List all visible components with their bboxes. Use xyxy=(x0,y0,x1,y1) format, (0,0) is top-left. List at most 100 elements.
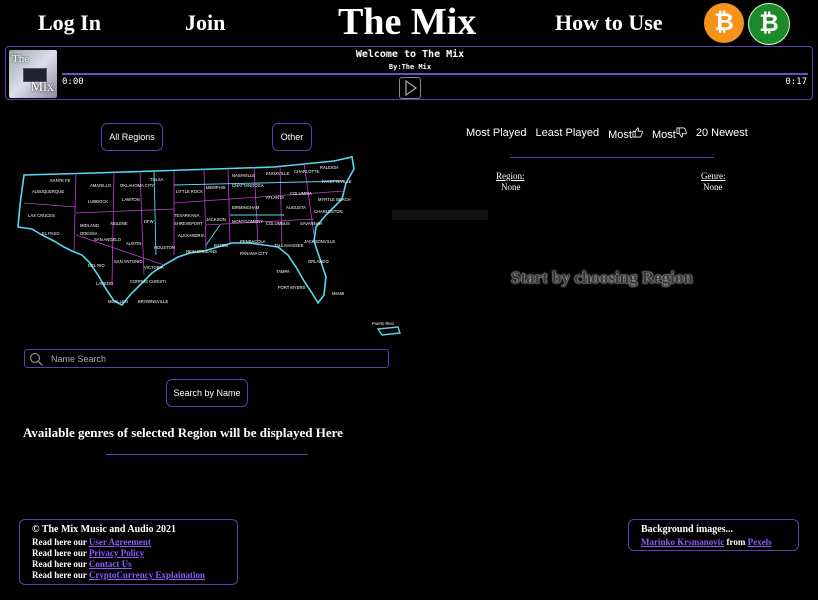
divider xyxy=(510,157,714,158)
sort-newest[interactable]: 20 Newest xyxy=(696,127,748,141)
bitcoin-symbol: ₿ xyxy=(714,9,734,36)
svg-text:TALLAHASSEE: TALLAHASSEE xyxy=(274,243,304,248)
contact-us-link[interactable]: Contact Us xyxy=(89,559,132,569)
sort-most-liked-label: Most xyxy=(608,129,632,141)
svg-text:EL PASO: EL PASO xyxy=(42,231,60,236)
bitcoin-cash-icon[interactable]: ₿ xyxy=(748,3,790,45)
duration: 0:17 xyxy=(785,77,807,87)
bitcoin-cash-symbol: ₿ xyxy=(759,10,779,37)
start-message: Start by choosing Region xyxy=(511,268,693,287)
svg-text:MYRTLE BEACH: MYRTLE BEACH xyxy=(318,197,351,202)
progress-bar[interactable] xyxy=(62,73,808,75)
svg-text:COLUMBIA: COLUMBIA xyxy=(290,191,312,196)
name-search-input[interactable] xyxy=(51,351,381,366)
how-to-use-link[interactable]: How to Use xyxy=(555,10,663,36)
footer-line-contact: Read here our Contact Us xyxy=(32,559,132,570)
sort-least-played[interactable]: Least Played xyxy=(536,127,600,141)
svg-text:DFW: DFW xyxy=(144,219,154,224)
svg-text:LAWTON: LAWTON xyxy=(122,197,140,202)
svg-text:TEXARKANA: TEXARKANA xyxy=(174,213,200,218)
puerto-rico-label: Puerto Rico xyxy=(372,321,395,326)
puerto-rico-region[interactable] xyxy=(376,326,401,336)
svg-text:LUBBOCK: LUBBOCK xyxy=(88,199,108,204)
svg-text:MEMPHIS: MEMPHIS xyxy=(206,185,226,190)
sort-most-played[interactable]: Most Played xyxy=(466,127,527,141)
genres-placeholder-text: Available genres of selected Region will… xyxy=(23,425,343,440)
svg-text:HOUSTON: HOUSTON xyxy=(154,245,175,250)
svg-text:ODESSA: ODESSA xyxy=(80,231,98,236)
svg-text:OKLAHOMA CITY: OKLAHOMA CITY xyxy=(120,183,154,188)
search-icon xyxy=(29,352,43,366)
svg-text:NASHVILLE: NASHVILLE xyxy=(232,173,255,178)
svg-text:ALBUQUERQUE: ALBUQUERQUE xyxy=(32,189,64,194)
album-art-text-bottom: Mix xyxy=(30,80,54,95)
svg-text:JACKSONVILLE: JACKSONVILLE xyxy=(304,239,335,244)
credits-line: Marinko Krsmanovic from Pexels xyxy=(641,537,772,548)
copyright: © The Mix Music and Audio 2021 xyxy=(32,524,176,535)
svg-text:FAYETTEVILLE: FAYETTEVILLE xyxy=(322,179,352,184)
svg-text:PENSACOLA: PENSACOLA xyxy=(240,239,266,244)
all-regions-button[interactable]: All Regions xyxy=(101,123,163,151)
play-icon xyxy=(405,79,418,97)
photographer-link[interactable]: Marinko Krsmanovic xyxy=(641,537,724,547)
svg-text:TAMPA: TAMPA xyxy=(276,269,290,274)
svg-text:CHATTANOOGA: CHATTANOOGA xyxy=(232,183,264,188)
region-label: Region: xyxy=(496,171,525,181)
svg-text:AMARILLO: AMARILLO xyxy=(90,183,112,188)
svg-text:ATLANTA: ATLANTA xyxy=(266,195,284,200)
svg-text:AUSTIN: AUSTIN xyxy=(126,241,141,246)
track-artist: By:The Mix xyxy=(388,63,432,71)
svg-text:CORPUS CHRISTI: CORPUS CHRISTI xyxy=(130,279,166,284)
svg-text:MIAMI: MIAMI xyxy=(332,291,344,296)
user-agreement-link[interactable]: User Agreement xyxy=(89,537,151,547)
privacy-policy-link[interactable]: Privacy Policy xyxy=(89,548,144,558)
login-link[interactable]: Log In xyxy=(38,10,101,36)
svg-text:RALEIGH: RALEIGH xyxy=(320,165,338,170)
bitcoin-icon[interactable]: ₿ xyxy=(704,3,744,43)
svg-text:TULSA: TULSA xyxy=(150,177,164,182)
audio-player: The Mix Welcome to The Mix By:The Mix 0:… xyxy=(5,46,813,100)
sort-most-disliked-label: Most xyxy=(651,129,676,141)
svg-text:MCALLEN: MCALLEN xyxy=(108,299,128,304)
map-city-labels: SANTE FE ALBUQUERQUE AMARILLO OKLAHOMA C… xyxy=(28,165,395,326)
play-button[interactable] xyxy=(399,77,421,99)
footer-line-privacy: Read here our Privacy Policy xyxy=(32,548,144,559)
svg-text:LAS CRUCES: LAS CRUCES xyxy=(28,213,55,218)
svg-text:BATON: BATON xyxy=(214,243,228,248)
site-title: The Mix xyxy=(338,1,477,43)
svg-text:NEW ORLEANS: NEW ORLEANS xyxy=(186,249,217,254)
svg-text:FORT MYERS: FORT MYERS xyxy=(278,285,306,290)
svg-text:ABILENE: ABILENE xyxy=(110,221,128,226)
thumbs-down-icon xyxy=(676,127,687,138)
svg-text:CHARLOTTE: CHARLOTTE xyxy=(294,169,320,174)
svg-text:ALEXANDRIA: ALEXANDRIA xyxy=(178,233,205,238)
thumbs-up-icon xyxy=(632,127,643,138)
search-by-name-button[interactable]: Search by Name xyxy=(166,379,248,407)
svg-text:SAN ANTONIO: SAN ANTONIO xyxy=(114,259,143,264)
svg-text:SHREVEPORT: SHREVEPORT xyxy=(174,221,203,226)
svg-text:JACKSON: JACKSON xyxy=(206,217,226,222)
svg-text:LITTLE ROCK: LITTLE ROCK xyxy=(176,189,203,194)
svg-text:MIDLAND: MIDLAND xyxy=(80,223,99,228)
sort-most-disliked[interactable]: Most xyxy=(652,127,687,141)
svg-text:DEL RIO: DEL RIO xyxy=(88,263,105,268)
svg-text:SAN ANGELO: SAN ANGELO xyxy=(94,237,122,242)
region-map[interactable]: SANTE FE ALBUQUERQUE AMARILLO OKLAHOMA C… xyxy=(14,155,404,345)
footer-line-agreement: Read here our User Agreement xyxy=(32,537,151,548)
background-credits: Background images... Marinko Krsmanovic … xyxy=(628,519,799,551)
sort-most-liked[interactable]: Most xyxy=(608,127,643,141)
current-time: 0:00 xyxy=(62,77,84,87)
crypto-explanation-link[interactable]: CryptoCurrency Explaination xyxy=(89,570,205,580)
svg-text:COLUMBUS: COLUMBUS xyxy=(266,221,290,226)
read-prefix: Read here our xyxy=(32,537,87,547)
pexels-link[interactable]: Pexels xyxy=(748,537,772,547)
join-link[interactable]: Join xyxy=(185,10,225,36)
footer-line-crypto: Read here our CryptoCurrency Explainatio… xyxy=(32,570,205,581)
hidden-panel xyxy=(392,210,488,220)
sort-options: Most Played Least Played Most Most 20 Ne… xyxy=(466,127,748,141)
svg-text:CHARLESTON: CHARLESTON xyxy=(314,209,343,214)
other-region-button[interactable]: Other xyxy=(272,123,312,151)
credits-from: from xyxy=(726,537,746,547)
read-prefix: Read here our xyxy=(32,570,87,580)
svg-text:ORLANDO: ORLANDO xyxy=(308,259,329,264)
